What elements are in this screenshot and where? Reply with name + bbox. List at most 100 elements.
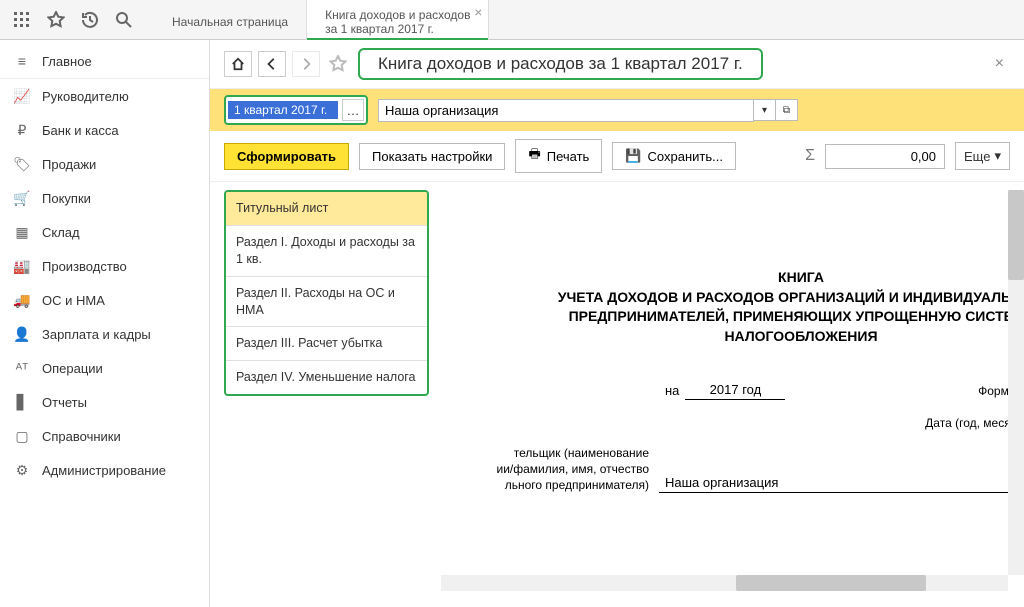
book-icon: ▢ xyxy=(12,426,32,446)
sidebar-item-sales[interactable]: 🏷Продажи xyxy=(0,147,209,181)
sidebar-item-production[interactable]: 🏭 Производство xyxy=(0,249,209,283)
section-label: Раздел II. Расходы на ОС и НМА xyxy=(236,286,395,317)
print-button[interactable]: 🖶Печать xyxy=(515,139,602,173)
sidebar-item-warehouse[interactable]: ▦ Склад xyxy=(0,215,209,249)
form-button[interactable]: Сформировать xyxy=(224,143,349,170)
tab-home[interactable]: Начальная страница xyxy=(154,0,307,40)
section-label: Раздел III. Расчет убытка xyxy=(236,336,382,350)
section-label: Раздел IV. Уменьшение налога xyxy=(236,370,416,384)
scrollbar-thumb[interactable] xyxy=(1008,190,1024,280)
sidebar-item-label: Зарплата и кадры xyxy=(42,327,151,342)
tag-icon: 🏷 xyxy=(12,154,32,174)
button-label: Показать настройки xyxy=(372,149,492,164)
sidebar-item-bank[interactable]: ₽Банк и касса xyxy=(0,113,209,147)
tab-label: Книга доходов и расходов xyxy=(325,8,470,22)
sidebar-item-directories[interactable]: ▢ Справочники xyxy=(0,419,209,453)
document-scroll[interactable]: к Приказу Ми Ро КНИГА УЧЕТА ДОХОДОВ И РА… xyxy=(441,190,1024,599)
sidebar-item-label: Руководителю xyxy=(42,89,129,104)
close-button[interactable]: × xyxy=(989,55,1010,73)
favorite-icon[interactable] xyxy=(326,52,350,76)
chart-icon: 📈 xyxy=(12,86,32,106)
sidebar-item-label: Справочники xyxy=(42,429,121,444)
forward-button[interactable] xyxy=(292,51,320,77)
action-bar: Сформировать Показать настройки 🖶Печать … xyxy=(210,131,1024,182)
doc-label: тельщик (наименование ии/фамилия, имя, о… xyxy=(459,446,659,493)
doc-payer-value: Наша организация xyxy=(659,475,1024,493)
doc-text: ии/фамилия, имя, отчество xyxy=(459,462,649,478)
period-input[interactable] xyxy=(228,101,338,119)
sidebar-item-reports[interactable]: ▋Отчеты xyxy=(0,385,209,419)
person-icon: 👤 xyxy=(12,324,32,344)
org-dropdown-button[interactable]: ▾ xyxy=(754,99,776,121)
sidebar-item-label: Склад xyxy=(42,225,80,240)
sigma-icon: Σ xyxy=(805,147,815,165)
doc-title: КНИГА УЧЕТА ДОХОДОВ И РАСХОДОВ ОРГАНИЗАЦ… xyxy=(541,268,1024,346)
sidebar-item-label: Отчеты xyxy=(42,395,87,410)
apps-icon[interactable] xyxy=(8,6,36,34)
body-area: Титульный лист Раздел I. Доходы и расход… xyxy=(210,182,1024,607)
operations-icon: ᴬᵀ xyxy=(12,358,32,378)
ruble-icon: ₽ xyxy=(12,120,32,140)
doc-text: тельщик (наименование xyxy=(459,446,649,462)
sidebar-item-purchases[interactable]: 🛒 Покупки xyxy=(0,181,209,215)
section-item[interactable]: Раздел III. Расчет убытка xyxy=(226,327,427,361)
home-button[interactable] xyxy=(224,51,252,77)
save-icon: 💾 xyxy=(625,148,641,164)
factory-icon: 🏭 xyxy=(12,256,32,276)
button-label: Сохранить... xyxy=(648,149,723,164)
sidebar: ≡Главное 📈Руководителю ₽Банк и касса 🏷Пр… xyxy=(0,40,210,607)
period-field-wrap: … xyxy=(224,95,368,125)
sidebar-item-operations[interactable]: ᴬᵀОперации xyxy=(0,351,209,385)
menu-icon: ≡ xyxy=(12,51,32,71)
section-item[interactable]: Титульный лист xyxy=(226,192,427,226)
button-label: Печать xyxy=(547,149,590,164)
sidebar-item-hr[interactable]: 👤 Зарплата и кадры xyxy=(0,317,209,351)
doc-text: КНИГА xyxy=(541,268,1024,288)
period-picker-button[interactable]: … xyxy=(342,99,364,121)
close-icon[interactable]: × xyxy=(474,4,482,20)
back-button[interactable] xyxy=(258,51,286,77)
tab-book[interactable]: Книга доходов и расходов за 1 квартал 20… xyxy=(307,0,489,40)
sidebar-item-label: Покупки xyxy=(42,191,91,206)
doc-text: Ро xyxy=(459,224,1024,238)
show-settings-button[interactable]: Показать настройки xyxy=(359,143,505,170)
warehouse-icon: ▦ xyxy=(12,222,32,242)
sidebar-item-assets[interactable]: 🚚ОС и НМА xyxy=(0,283,209,317)
doc-row-year: на 2017 год Форма по ОКУД xyxy=(459,382,1024,400)
sum-input[interactable] xyxy=(825,144,945,169)
section-item[interactable]: Раздел I. Доходы и расходы за 1 кв. xyxy=(226,226,427,277)
top-bar: Начальная страница Книга доходов и расхо… xyxy=(0,0,1024,40)
params-bar: … ▾ ⧉ xyxy=(210,89,1024,131)
doc-row-okpo: по ОКПО xyxy=(459,507,1024,525)
history-icon[interactable] xyxy=(76,6,104,34)
horizontal-scrollbar[interactable] xyxy=(441,575,1008,591)
doc-text: к Приказу Ми xyxy=(459,210,1024,224)
cart-icon: 🛒 xyxy=(12,188,32,208)
sidebar-item-label: Администрирование xyxy=(42,463,166,478)
title-row: Книга доходов и расходов за 1 квартал 20… xyxy=(210,40,1024,89)
chevron-down-icon: ▾ xyxy=(994,148,1001,164)
section-item[interactable]: Раздел II. Расходы на ОС и НМА xyxy=(226,277,427,328)
org-input[interactable] xyxy=(378,99,754,122)
sidebar-item-label: Производство xyxy=(42,259,127,274)
save-button[interactable]: 💾 Сохранить... xyxy=(612,142,736,170)
scrollbar-thumb[interactable] xyxy=(736,575,926,591)
section-label: Титульный лист xyxy=(236,201,328,215)
more-button[interactable]: Еще ▾ xyxy=(955,142,1010,170)
doc-year-value: 2017 год xyxy=(685,382,785,400)
sidebar-item-admin[interactable]: ⚙ Администрирование xyxy=(0,453,209,487)
content: Книга доходов и расходов за 1 квартал 20… xyxy=(210,40,1024,607)
vertical-scrollbar[interactable] xyxy=(1008,190,1024,575)
page-title: Книга доходов и расходов за 1 квартал 20… xyxy=(358,48,763,80)
truck-icon: 🚚 xyxy=(12,290,32,310)
tab-sublabel: за 1 квартал 2017 г. xyxy=(325,22,470,36)
search-icon[interactable] xyxy=(110,6,138,34)
section-item[interactable]: Раздел IV. Уменьшение налога xyxy=(226,361,427,394)
star-icon[interactable] xyxy=(42,6,70,34)
sidebar-item-main[interactable]: ≡Главное xyxy=(0,44,209,79)
tabs: Начальная страница Книга доходов и расхо… xyxy=(154,0,489,40)
sidebar-item-manager[interactable]: 📈 Руководителю xyxy=(0,79,209,113)
org-open-button[interactable]: ⧉ xyxy=(776,99,798,121)
gear-icon: ⚙ xyxy=(12,460,32,480)
button-label: Еще xyxy=(964,149,990,164)
